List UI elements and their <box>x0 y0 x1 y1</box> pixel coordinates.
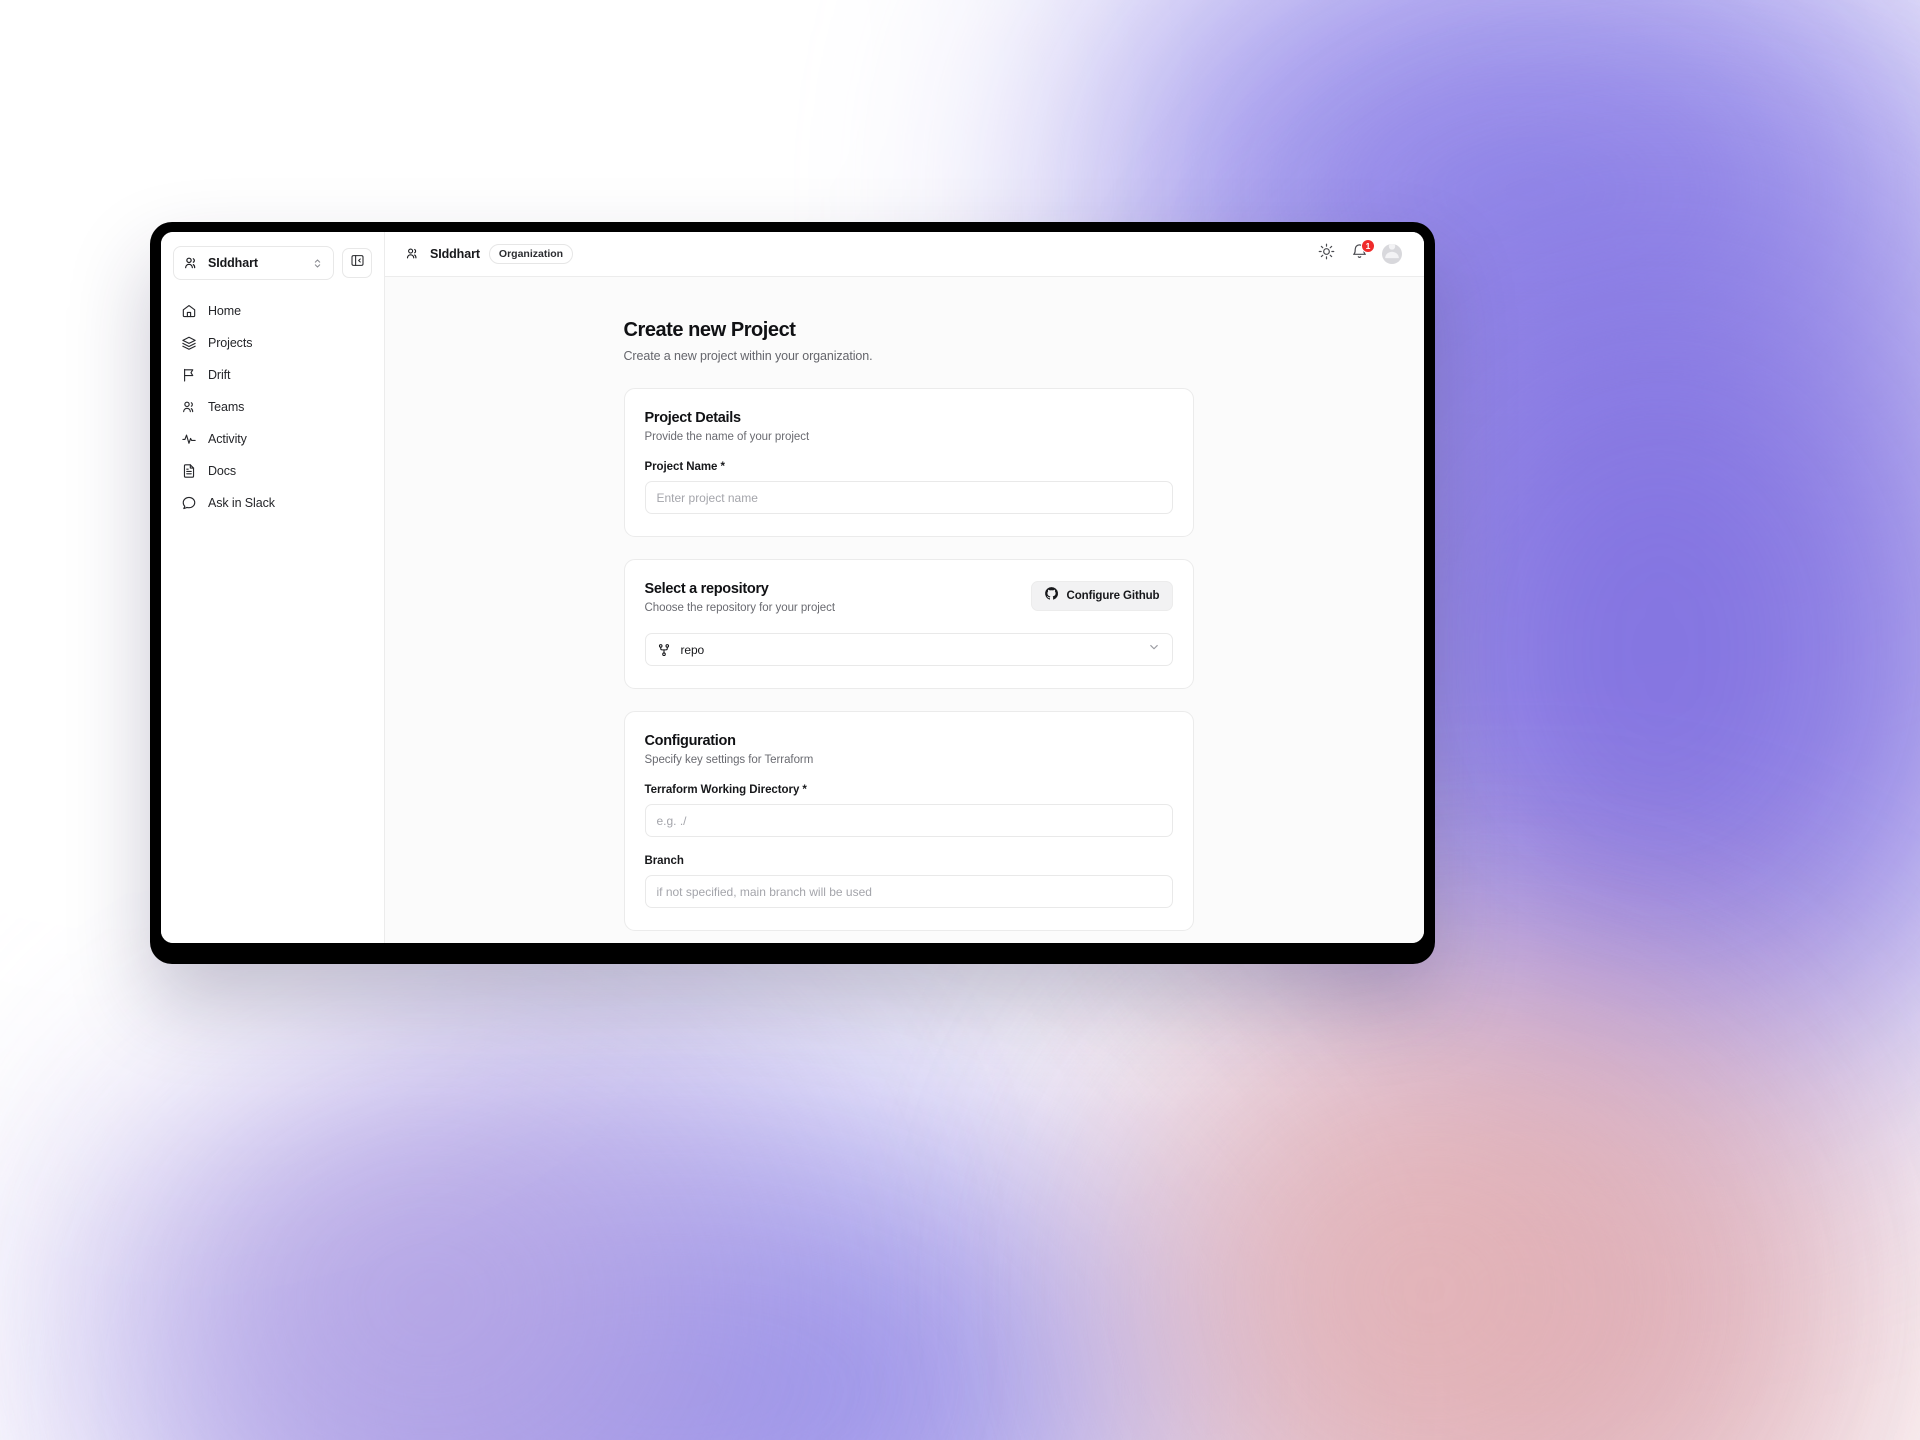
sidebar-header: SIddhart <box>173 246 372 280</box>
chat-bubble-icon <box>181 495 197 511</box>
sidebar: SIddhart Home Projects Drift Teams Activ… <box>161 232 385 943</box>
repository-selected-value: repo <box>680 642 705 657</box>
project-details-card: Project Details Provide the name of your… <box>623 388 1194 537</box>
document-icon <box>181 463 197 479</box>
home-icon <box>181 303 197 319</box>
sidebar-item-label: Home <box>208 304 241 318</box>
terraform-working-directory-field: Terraform Working Directory * <box>644 784 1173 837</box>
sidebar-nav: Home Projects Drift Teams Activity Docs … <box>173 296 372 518</box>
sidebar-item-projects[interactable]: Projects <box>173 328 372 358</box>
app-screen: SIddhart Home Projects Drift Teams Activ… <box>161 232 1424 943</box>
sidebar-item-label: Docs <box>208 464 237 478</box>
select-repository-header: Select a repository Choose the repositor… <box>645 581 1173 614</box>
theme-toggle-button[interactable] <box>1316 243 1336 265</box>
project-details-title: Project Details <box>644 410 742 426</box>
chevron-up-down-icon <box>311 257 324 270</box>
org-switcher-name: SIddhart <box>208 256 258 270</box>
sidebar-collapse-button[interactable] <box>342 248 372 278</box>
avatar[interactable] <box>1382 244 1402 264</box>
notifications-button[interactable]: 1 <box>1349 239 1375 264</box>
page-subtitle: Create a new project within your organiz… <box>623 349 873 363</box>
sidebar-item-teams[interactable]: Teams <box>173 392 372 422</box>
top-bar-actions: 1 <box>1316 239 1402 265</box>
select-repository-subtitle: Choose the repository for your project <box>644 602 836 614</box>
breadcrumb: SIddhart Organization <box>405 244 574 264</box>
chevron-down-icon <box>1147 640 1161 659</box>
sidebar-item-ask-in-slack[interactable]: Ask in Slack <box>173 488 372 518</box>
terraform-working-directory-label: Terraform Working Directory * <box>644 784 807 796</box>
configure-github-label: Configure Github <box>1066 590 1160 602</box>
repository-select[interactable]: repo <box>644 633 1173 666</box>
configuration-title: Configuration <box>644 733 736 749</box>
page-content: Create new Project Create a new project … <box>385 277 1424 943</box>
page-title: Create new Project <box>623 319 796 341</box>
org-switcher[interactable]: SIddhart <box>173 246 334 280</box>
sun-icon <box>1318 243 1335 265</box>
branch-field: Branch <box>644 855 1173 908</box>
gradient-blob <box>120 1040 740 1440</box>
sidebar-item-drift[interactable]: Drift <box>173 360 372 390</box>
users-icon <box>181 399 197 415</box>
project-name-input[interactable] <box>644 481 1173 514</box>
configuration-header: Configuration Specify key settings for T… <box>645 733 1173 766</box>
sidebar-item-home[interactable]: Home <box>173 296 372 326</box>
github-icon <box>1044 586 1059 606</box>
select-repository-title: Select a repository <box>644 581 769 597</box>
users-icon <box>183 255 199 271</box>
layers-icon <box>181 335 197 351</box>
sidebar-item-label: Activity <box>208 432 247 446</box>
breadcrumb-org-name[interactable]: SIddhart <box>430 247 480 261</box>
branch-label: Branch <box>644 855 684 867</box>
configuration-subtitle: Specify key settings for Terraform <box>644 754 814 766</box>
main-area: SIddhart Organization 1 Create new Proje… <box>385 232 1424 943</box>
user-avatar-icon <box>1382 244 1402 264</box>
configuration-card: Configuration Specify key settings for T… <box>623 711 1194 931</box>
panel-collapse-icon <box>350 253 365 273</box>
git-fork-icon <box>657 643 671 657</box>
device-frame: SIddhart Home Projects Drift Teams Activ… <box>150 222 1435 964</box>
project-name-field: Project Name * <box>644 461 1173 514</box>
top-bar: SIddhart Organization 1 <box>385 232 1424 277</box>
terraform-working-directory-input[interactable] <box>644 804 1173 837</box>
project-details-header: Project Details Provide the name of your… <box>645 410 1173 443</box>
sidebar-item-label: Projects <box>208 336 253 350</box>
sidebar-item-label: Ask in Slack <box>208 496 275 510</box>
sidebar-item-label: Drift <box>208 368 231 382</box>
notification-count-badge: 1 <box>1361 239 1375 253</box>
flag-icon <box>181 367 197 383</box>
branch-input[interactable] <box>644 875 1173 908</box>
project-name-label: Project Name * <box>644 461 726 473</box>
project-details-subtitle: Provide the name of your project <box>644 431 810 443</box>
users-icon <box>405 246 421 262</box>
configure-github-button[interactable]: Configure Github <box>1030 581 1173 611</box>
status-badge: Organization <box>488 244 574 264</box>
sidebar-item-label: Teams <box>208 400 245 414</box>
select-repository-card: Select a repository Choose the repositor… <box>623 559 1194 689</box>
sidebar-item-activity[interactable]: Activity <box>173 424 372 454</box>
activity-pulse-icon <box>181 431 197 447</box>
sidebar-item-docs[interactable]: Docs <box>173 456 372 486</box>
